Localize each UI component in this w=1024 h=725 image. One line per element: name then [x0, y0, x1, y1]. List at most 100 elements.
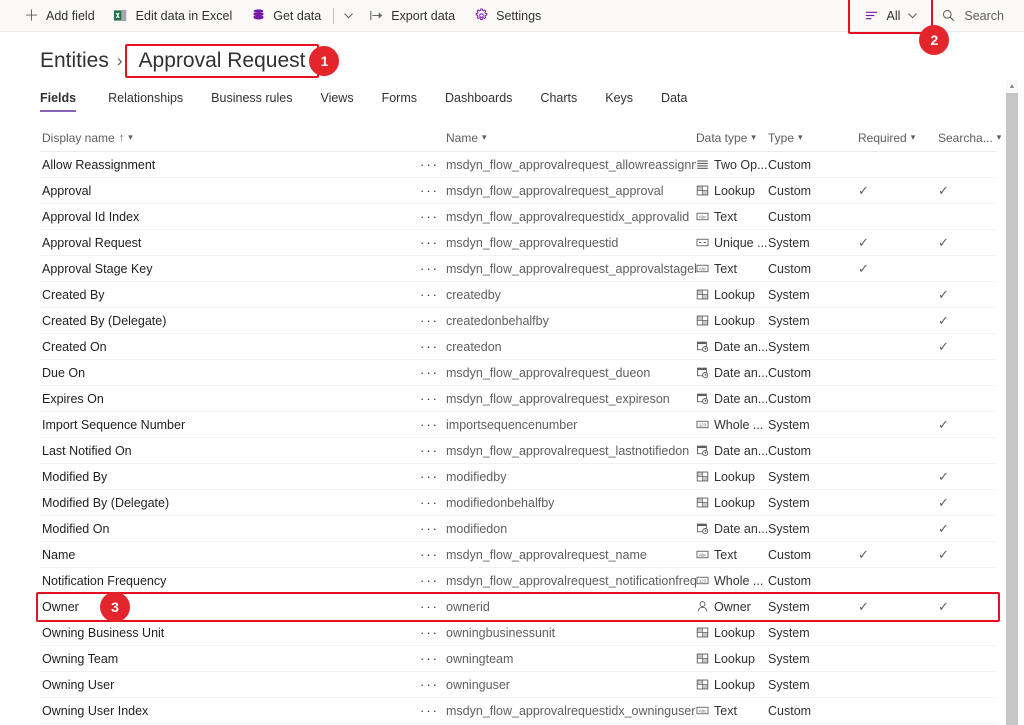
table-row[interactable]: Owning Team ··· owningteam Lookup System: [40, 646, 996, 672]
vertical-scrollbar[interactable]: ▲: [1006, 80, 1018, 725]
table-row[interactable]: Owning Business Unit ··· owningbusinessuni…: [40, 620, 996, 646]
cell-logical-name: msdyn_flow_approvalrequest_approval: [446, 183, 664, 198]
cell-logical-name: msdyn_flow_approvalrequest_name: [446, 547, 647, 562]
export-data-button[interactable]: Export data: [359, 1, 464, 31]
cell-type: Custom: [768, 365, 812, 380]
cell-data-type-label: Whole ...: [714, 573, 764, 588]
cell-logical-name: msdyn_flow_approvalrequest_lastnotifiedo…: [446, 443, 690, 458]
row-more-options-button[interactable]: ···: [418, 157, 446, 172]
row-more-options-button[interactable]: ···: [418, 313, 446, 328]
row-more-options-button[interactable]: ···: [418, 703, 446, 718]
tab-relationships[interactable]: Relationships: [94, 87, 197, 112]
table-row[interactable]: Owner ··· ownerid Owner System ✓ ✓: [40, 594, 996, 620]
row-more-options-button[interactable]: ···: [418, 651, 446, 666]
cell-data-type-label: Lookup: [714, 495, 756, 510]
row-more-options-button[interactable]: ···: [418, 339, 446, 354]
table-row[interactable]: Name ··· msdyn_flow_approvalrequest_name Ab…: [40, 542, 996, 568]
add-field-button[interactable]: Add field: [14, 1, 104, 31]
row-more-options-button[interactable]: ···: [418, 261, 446, 276]
table-row[interactable]: Owning User Index ··· msdyn_flow_approvalr…: [40, 698, 996, 724]
row-more-options-button[interactable]: ···: [418, 443, 446, 458]
cell-logical-name: owningbusinessunit: [446, 625, 556, 640]
tab-forms[interactable]: Forms: [368, 87, 431, 112]
column-header-display-name[interactable]: Display name ↑ ▾: [40, 124, 418, 152]
scrollbar-thumb[interactable]: [1006, 93, 1018, 725]
row-more-options-button[interactable]: ···: [418, 365, 446, 380]
row-more-options-button[interactable]: ···: [418, 235, 446, 250]
excel-icon: [113, 8, 129, 24]
tab-fields[interactable]: Fields: [40, 87, 90, 112]
breadcrumb-separator-icon: ›: [116, 51, 123, 70]
tab-views[interactable]: Views: [306, 87, 367, 112]
get-data-chevron-down-icon[interactable]: [337, 1, 359, 31]
row-more-options-button[interactable]: ···: [418, 183, 446, 198]
column-header-name[interactable]: Name ▾: [446, 124, 696, 152]
export-data-label: Export data: [391, 8, 456, 23]
settings-button[interactable]: Settings: [464, 1, 550, 31]
table-row[interactable]: Expires On ··· msdyn_flow_approvalrequest_…: [40, 386, 996, 412]
row-more-options-button[interactable]: ···: [418, 417, 446, 432]
tab-keys[interactable]: Keys: [591, 87, 647, 112]
scroll-up-icon[interactable]: ▲: [1006, 80, 1018, 92]
table-row[interactable]: Owning User ··· owninguser Lookup System: [40, 672, 996, 698]
column-header-data-type[interactable]: Data type ▾: [696, 124, 768, 152]
grid-header-row: Display name ↑ ▾ Name ▾ Data type ▾ Type…: [40, 124, 1001, 152]
table-row[interactable]: Modified By (Delegate) ··· modifiedonbehal…: [40, 490, 996, 516]
row-more-options-button[interactable]: ···: [418, 573, 446, 588]
table-row[interactable]: Due On ··· msdyn_flow_approvalrequest_dueo…: [40, 360, 996, 386]
annotation-badge-3: 3: [100, 592, 130, 622]
tab-business-rules[interactable]: Business rules: [197, 87, 306, 112]
get-data-button[interactable]: Get data: [241, 1, 330, 31]
table-row[interactable]: Created On ··· createdon Date an... System ✓: [40, 334, 996, 360]
table-row[interactable]: Import Sequence Number ··· importsequencen…: [40, 412, 996, 438]
table-row[interactable]: Modified On ··· modifiedon Date an... System…: [40, 516, 996, 542]
cell-searchable: ✓: [938, 599, 1016, 615]
cell-display-name: Owner: [42, 599, 79, 614]
tab-data[interactable]: Data: [647, 87, 701, 112]
cell-searchable: ✓: [938, 313, 1016, 329]
cell-data-type: Date an...: [696, 392, 768, 406]
row-more-options-button[interactable]: ···: [418, 495, 446, 510]
datetime-icon: [696, 522, 709, 535]
row-more-options-button[interactable]: ···: [418, 469, 446, 484]
row-more-options-button[interactable]: ···: [418, 521, 446, 536]
table-row[interactable]: Created By (Delegate) ··· createdonbehalfb…: [40, 308, 996, 334]
filter-icon: [863, 8, 879, 24]
table-row[interactable]: Last Notified On ··· msdyn_flow_approvalre…: [40, 438, 996, 464]
cell-display-name: Approval Id Index: [42, 209, 140, 224]
table-row[interactable]: Allow Reassignment ··· msdyn_flow_approval…: [40, 152, 996, 178]
check-icon: ✓: [938, 520, 949, 536]
column-header-type[interactable]: Type ▾: [768, 124, 858, 152]
check-icon: ✓: [938, 286, 949, 302]
table-row[interactable]: Approval Request ··· msdyn_flow_approvalre…: [40, 230, 996, 256]
row-more-options-button[interactable]: ···: [418, 287, 446, 302]
breadcrumb-entities-link[interactable]: Entities: [40, 49, 109, 73]
table-row[interactable]: Created By ··· createdby Lookup System ✓: [40, 282, 996, 308]
tab-charts[interactable]: Charts: [526, 87, 591, 112]
filter-all-button[interactable]: All: [853, 3, 928, 29]
row-more-options-button[interactable]: ···: [418, 209, 446, 224]
cell-type: Custom: [768, 183, 812, 198]
cell-required: ✓: [858, 183, 938, 199]
row-more-options-button[interactable]: ···: [418, 599, 446, 614]
owner-icon: [696, 600, 709, 613]
table-row[interactable]: Approval ··· msdyn_flow_approvalrequest_ap…: [40, 178, 996, 204]
row-more-options-button[interactable]: ···: [418, 677, 446, 692]
table-row[interactable]: Notification Frequency ··· msdyn_flow_appr…: [40, 568, 996, 594]
cell-data-type-label: Lookup: [714, 625, 756, 640]
cell-data-type: Lookup: [696, 314, 768, 328]
cell-display-name: Approval Request: [42, 235, 142, 250]
cell-logical-name: createdonbehalfby: [446, 313, 549, 328]
search-placeholder: Search: [964, 8, 1004, 23]
column-header-searchable[interactable]: Searcha... ▾: [938, 124, 1016, 152]
row-more-options-button[interactable]: ···: [418, 391, 446, 406]
cell-type: System: [768, 495, 810, 510]
table-row[interactable]: Modified By ··· modifiedby Lookup System ✓: [40, 464, 996, 490]
row-more-options-button[interactable]: ···: [418, 625, 446, 640]
table-row[interactable]: Approval Id Index ··· msdyn_flow_approvalr…: [40, 204, 996, 230]
table-row[interactable]: Approval Stage Key ··· msdyn_flow_approval…: [40, 256, 996, 282]
row-more-options-button[interactable]: ···: [418, 547, 446, 562]
edit-data-in-excel-button[interactable]: Edit data in Excel: [104, 1, 242, 31]
column-header-required[interactable]: Required ▾: [858, 124, 938, 152]
tab-dashboards[interactable]: Dashboards: [431, 87, 526, 112]
